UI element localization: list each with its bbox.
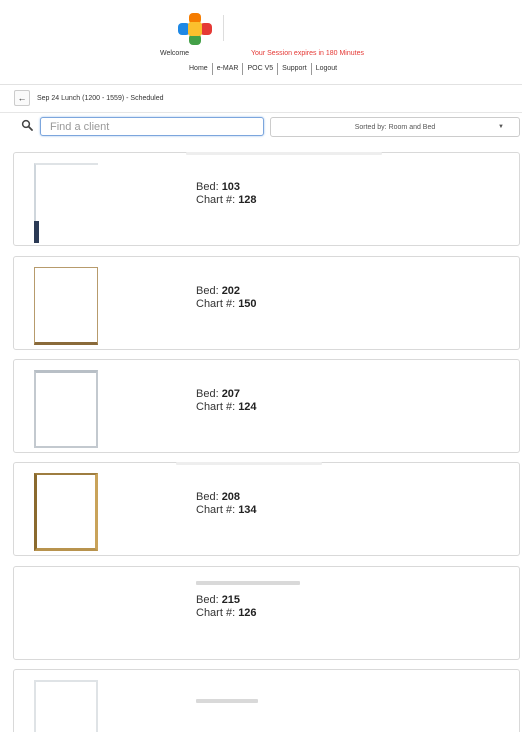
chart-number: 124: [238, 401, 257, 413]
blurred-text: [196, 699, 258, 703]
back-button[interactable]: ←: [14, 90, 30, 106]
chart-number: 134: [238, 504, 257, 516]
bed-number: 207: [221, 388, 241, 400]
client-card[interactable]: Bed: 208 Chart #: 134: [13, 462, 520, 556]
logo-divider: [223, 15, 224, 41]
bed-number: 215: [221, 594, 241, 606]
search-icon: [21, 119, 33, 131]
client-photo: [34, 267, 98, 345]
arrow-left-icon: ←: [17, 93, 27, 103]
client-info: Bed: 103 Chart #: 128: [196, 181, 257, 207]
nav-home[interactable]: Home: [185, 63, 212, 75]
bed-label: Bed:: [196, 388, 222, 400]
blurred-name: [186, 152, 382, 155]
client-info: Bed: 207 Chart #: 124: [196, 388, 257, 414]
session-expiry-text: Your Session expires in 180 Minutes: [251, 50, 364, 57]
nav-support[interactable]: Support: [278, 63, 311, 75]
nav-emar[interactable]: e-MAR: [213, 63, 243, 75]
blurred-name: [196, 581, 300, 585]
page: Welcome Your Session expires in 180 Minu…: [0, 0, 522, 732]
client-info: Bed: 202 Chart #: 150: [196, 285, 257, 311]
client-card[interactable]: Bed: 215 Chart #: 126: [13, 566, 520, 660]
client-photo: [34, 473, 98, 551]
client-photo: [34, 680, 98, 732]
chart-label: Chart #:: [196, 401, 239, 413]
client-photo: [34, 163, 98, 243]
bed-label: Bed:: [196, 594, 222, 606]
bed-number: 103: [221, 181, 241, 193]
chart-number: 150: [238, 298, 257, 310]
sort-label: Sorted by: Room and Bed: [354, 123, 436, 131]
chart-label: Chart #:: [196, 607, 239, 619]
chart-label: Chart #:: [196, 194, 239, 206]
top-nav: Home e-MAR POC V5 Support Logout: [185, 63, 341, 75]
chart-label: Chart #:: [196, 298, 239, 310]
meal-title: Sep 24 Lunch (1200 - 1559) - Scheduled: [37, 94, 164, 102]
bed-label: Bed:: [196, 181, 222, 193]
bed-number: 202: [221, 285, 241, 297]
chart-label: Chart #:: [196, 504, 239, 516]
app-logo-icon: [178, 13, 212, 45]
client-card[interactable]: Bed: 103 Chart #: 128: [13, 152, 520, 246]
client-search-input[interactable]: [40, 117, 264, 136]
client-card[interactable]: Bed: 202 Chart #: 150: [13, 256, 520, 350]
caret-down-icon: ▼: [498, 124, 504, 130]
nav-logout[interactable]: Logout: [312, 63, 341, 75]
meal-bar: ← Sep 24 Lunch (1200 - 1559) - Scheduled: [14, 90, 163, 106]
client-photo: [34, 370, 98, 448]
bed-number: 208: [221, 491, 241, 503]
sort-select[interactable]: Sorted by: Room and Bed ▼: [270, 117, 520, 137]
client-card[interactable]: Bed: 207 Chart #: 124: [13, 359, 520, 453]
client-card[interactable]: [13, 669, 520, 732]
client-info: Bed: 215 Chart #: 126: [196, 594, 257, 620]
blurred-name: [176, 462, 322, 465]
divider: [0, 112, 522, 113]
chart-number: 128: [238, 194, 257, 206]
chart-number: 126: [238, 607, 257, 619]
welcome-text: Welcome: [160, 50, 190, 57]
nav-poc-v5[interactable]: POC V5: [243, 63, 277, 75]
app-header: Welcome Your Session expires in 180 Minu…: [0, 0, 522, 85]
bed-label: Bed:: [196, 491, 222, 503]
bed-label: Bed:: [196, 285, 222, 297]
client-info: Bed: 208 Chart #: 134: [196, 491, 257, 517]
